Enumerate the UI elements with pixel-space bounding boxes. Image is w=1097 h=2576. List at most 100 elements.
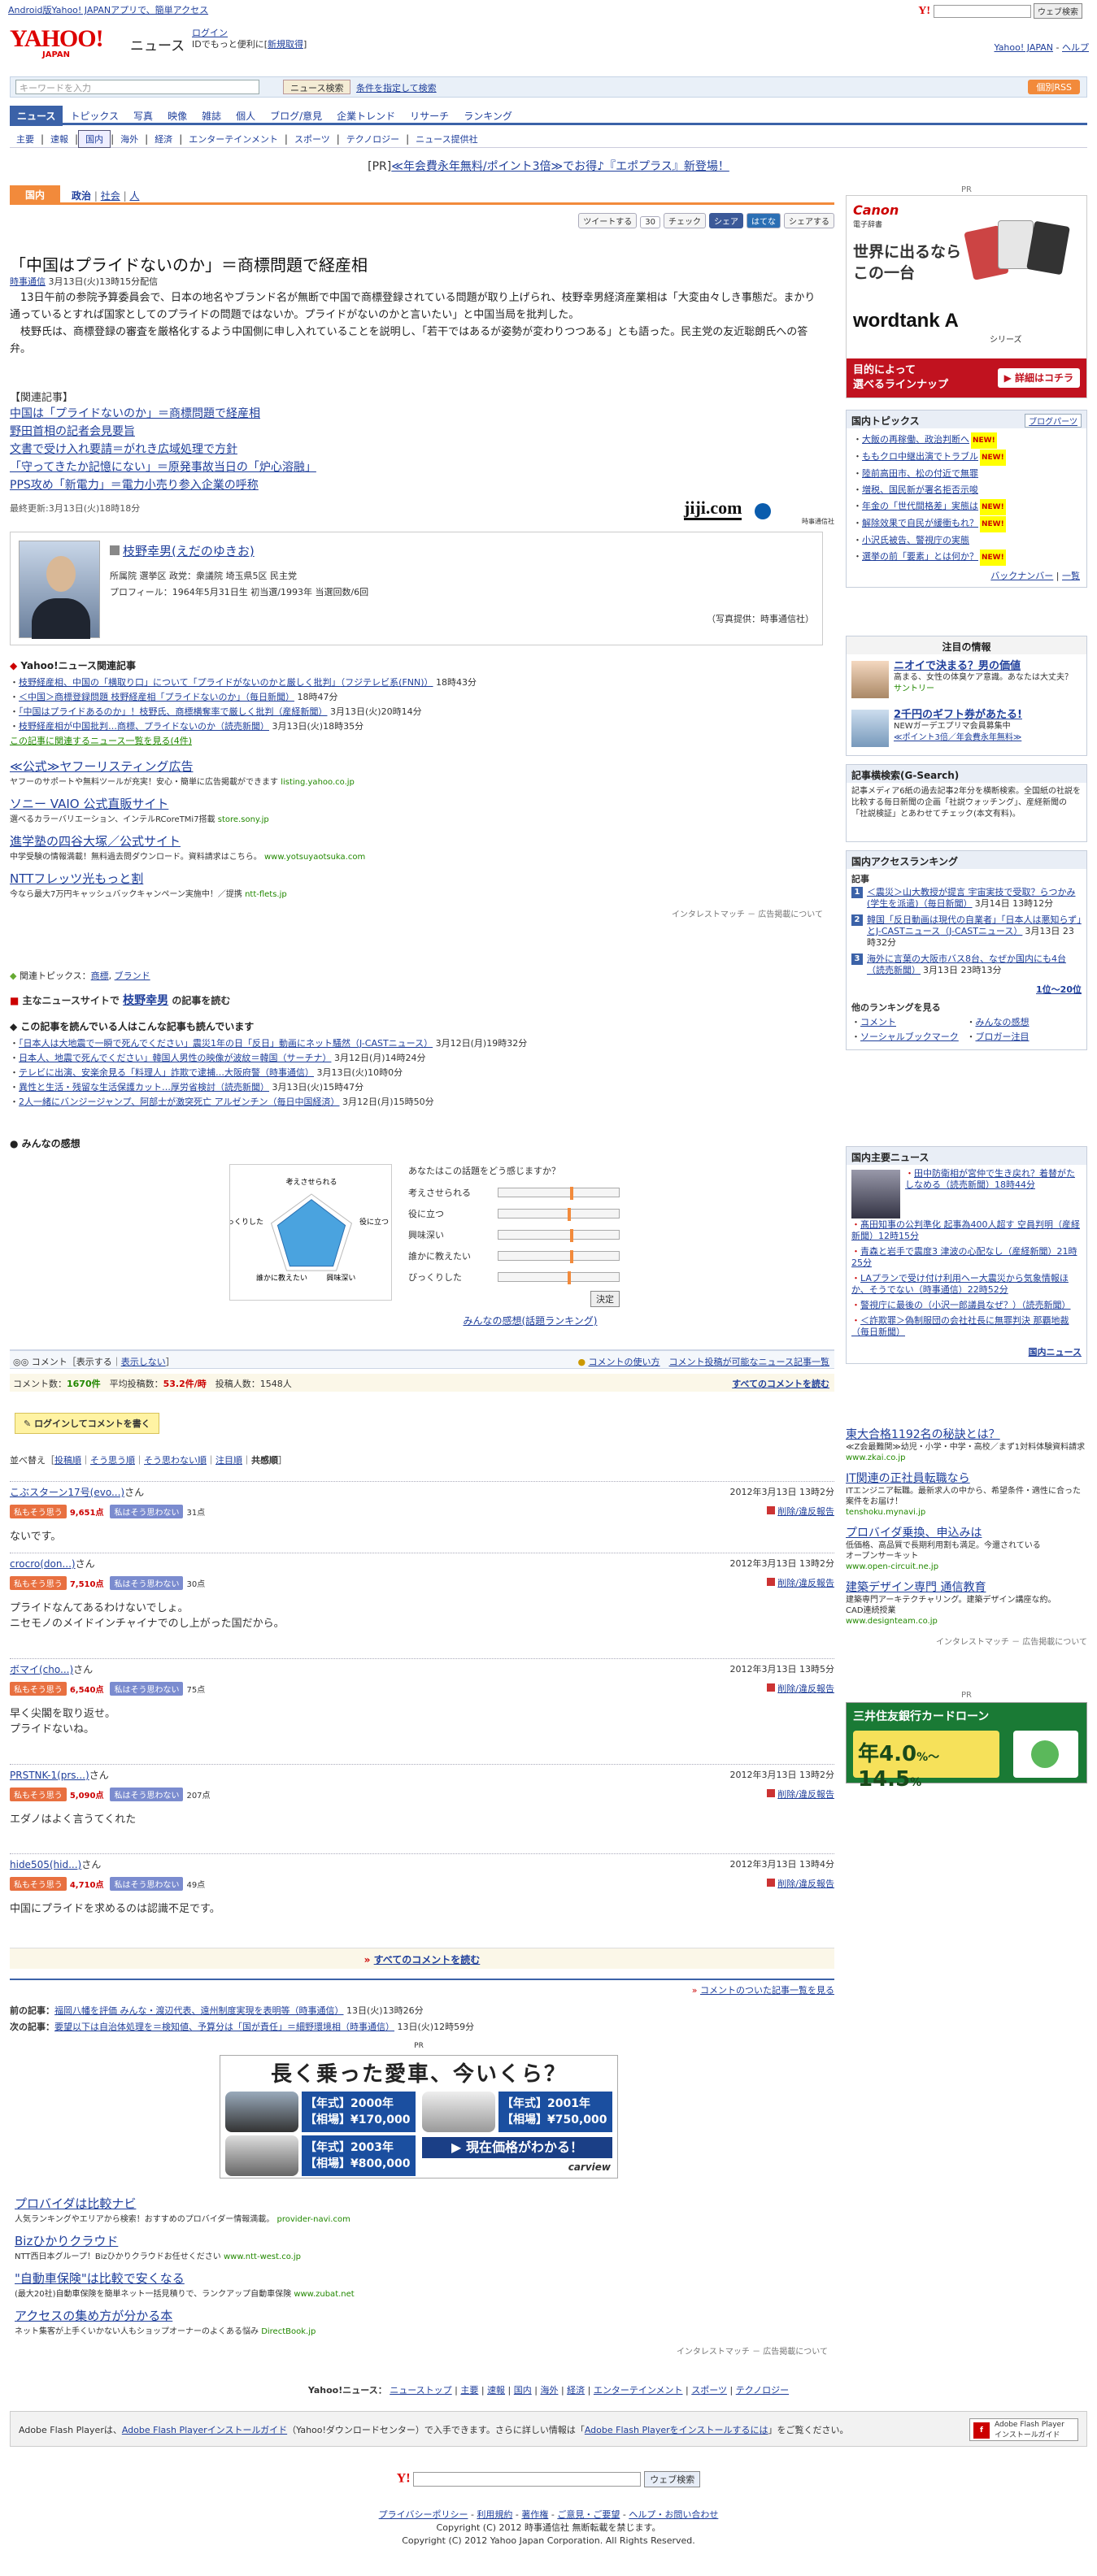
- rank-source[interactable]: （読売新聞）: [867, 965, 921, 975]
- login-link[interactable]: ログイン: [192, 28, 228, 38]
- sort-empathy[interactable]: 共感順: [251, 1455, 278, 1466]
- news-search-button[interactable]: ニュース検索: [283, 80, 351, 94]
- major-news-link[interactable]: 青森と岩手で震度3 津波の心配なし（産経新聞）21時25分: [851, 1246, 1077, 1268]
- next-source[interactable]: （時事通信）: [341, 2022, 394, 2032]
- related-link[interactable]: 中国は「プライドないのか」＝商標問題で経産相: [10, 405, 316, 423]
- comment-user[interactable]: PRSTNK-1(prs...): [10, 1770, 89, 1781]
- subnav-economy[interactable]: 経済: [148, 131, 179, 147]
- ad-title[interactable]: ≪公式≫ヤフーリスティング広告: [10, 758, 823, 775]
- terms-link[interactable]: 利用規約: [477, 2509, 512, 2520]
- side-topic-link[interactable]: 小沢氏被告、警視庁の実態: [862, 535, 969, 545]
- ad-item[interactable]: プロバイダは比較ナビ 人気ランキングやエリアから検索！おすすめのプロバイダー情報満…: [15, 2195, 828, 2224]
- share-button[interactable]: シェアする: [784, 213, 834, 228]
- side-ad[interactable]: 建築デザイン専門 通信教育 建築専門アーキテクチャリング。建築デザイン講座な約。 C…: [846, 1580, 1087, 1627]
- feeling-slider[interactable]: [498, 1250, 620, 1263]
- sort-attention[interactable]: 注目順: [215, 1455, 242, 1466]
- yahoo-news-logo[interactable]: YAHOO! JAPAN: [10, 27, 124, 60]
- also-read-source[interactable]: （時事通信）: [260, 1067, 314, 1078]
- also-read-link[interactable]: 「日本人は大地震で一瞬で死んでください」震災1年の日「反日」動画にネット騒然: [19, 1038, 350, 1049]
- related-link[interactable]: PPS攻め「新電力」＝電力小売り参入企業の呼称: [10, 476, 316, 494]
- also-read-link[interactable]: テレビに出演、安楽余見る「料理人」詐欺で逮捕…大阪府警: [19, 1067, 260, 1078]
- disagree-button[interactable]: 私はそう思わない: [110, 1877, 184, 1891]
- pr-link[interactable]: ≪年会費永年無料/ポイント3倍≫でお得♪『エポプラス』新登場！: [391, 160, 729, 173]
- news-search-input[interactable]: キーワードを入力: [15, 80, 259, 94]
- also-read-link[interactable]: 2人一緒にバンジージャンプ、阿部士が激突死亡 アルゼンチン: [19, 1097, 268, 1107]
- nav-individual[interactable]: 個人: [229, 106, 263, 126]
- subnav-tech[interactable]: テクノロジー: [340, 131, 406, 147]
- side-topic-link[interactable]: 大飯の再稼働、政治判断へ: [862, 434, 969, 445]
- vote-button[interactable]: 決定: [590, 1291, 620, 1307]
- notice-title-1[interactable]: ニオイで決まる？男の価値: [894, 661, 1082, 672]
- ranking-page-link[interactable]: 1位～20位: [847, 983, 1086, 999]
- ad-item[interactable]: ≪公式≫ヤフーリスティング広告 ヤフーのサポートや無料ツールが充実！安心・簡単に広…: [10, 758, 823, 787]
- rank-feelings-link[interactable]: みんなの感想: [976, 1017, 1030, 1027]
- rank-bookmark-link[interactable]: ソーシャルブックマーク: [860, 1032, 959, 1042]
- yjrel-source[interactable]: （フジテレビ系(FNN)）: [341, 677, 433, 688]
- comment-list-link[interactable]: コメント投稿が可能なニュース記事一覧: [669, 1357, 829, 1367]
- nav-video[interactable]: 映像: [160, 106, 194, 126]
- ad-title[interactable]: Bizひかりクラウド: [15, 2232, 828, 2249]
- disagree-button[interactable]: 私はそう思わない: [110, 1788, 184, 1801]
- footer-nav-link[interactable]: 経済: [567, 2385, 585, 2396]
- politician-name[interactable]: 枝野幸男(えだのゆきお): [123, 544, 255, 558]
- feeling-slider[interactable]: [498, 1208, 620, 1221]
- bank-ad[interactable]: 三井住友銀行カードローン 年4.0%～14.5%: [846, 1702, 1087, 1792]
- next-article-link[interactable]: 要望以下は自治体処理を＝検知値、予算分は「国が責任」＝細野環境相: [54, 2022, 341, 2032]
- topics-list-link[interactable]: 一覧: [1062, 571, 1080, 581]
- ad-item[interactable]: ソニー VAIO 公式直販サイト 選べるカラーバリエーション、インテルRCoreT…: [10, 795, 823, 824]
- ad-title[interactable]: プロバイダは比較ナビ: [15, 2195, 828, 2212]
- ad-item[interactable]: Bizひかりクラウド NTT西日本グループ！Bizひかりクラウドお任せください w…: [15, 2232, 828, 2261]
- car-cta[interactable]: ▶ 現在価格がわかる！: [422, 2137, 612, 2158]
- yjrel-more[interactable]: この記事に関連するニュース一覧を見る(4件): [10, 734, 823, 749]
- agree-button[interactable]: 私もそう思う: [10, 1877, 67, 1891]
- also-read-source[interactable]: （読売新聞）: [215, 1082, 269, 1093]
- comment-user[interactable]: hide505(hid...): [10, 1859, 81, 1870]
- nav-photos[interactable]: 写真: [126, 106, 160, 126]
- subnav-world[interactable]: 海外: [114, 131, 145, 147]
- feedback-link[interactable]: ご意見・ご要望: [557, 2509, 620, 2520]
- major-news-link[interactable]: ＜詐欺罪＞偽制服団の会社社長に無罪判決 那覇地裁（毎日新聞）: [851, 1315, 1069, 1337]
- rank-source[interactable]: （毎日新聞）: [919, 898, 973, 909]
- ad-title[interactable]: アクセスの集め方が分かる本: [15, 2307, 828, 2324]
- notice-item-1[interactable]: ニオイで決まる？男の価値 高まる、女性の体臭ケア意識。あなたは大丈夫？ サントリー: [894, 661, 1082, 695]
- all-comments-bottom-link[interactable]: すべてのコメントを読む: [374, 1954, 481, 1966]
- agree-button[interactable]: 私もそう思う: [10, 1788, 67, 1801]
- readon-name-link[interactable]: 枝野幸男: [123, 994, 168, 1007]
- nav-magazines[interactable]: 雑誌: [194, 106, 229, 126]
- notice-sponsor-2[interactable]: ≪ポイント3倍／年会費永年無料≫: [894, 732, 1082, 744]
- comment-user[interactable]: こぶスターン17号(evo...): [10, 1487, 124, 1498]
- notice-item-2[interactable]: 2千円のギフト券があたる! NEWガーデエプリマ会員募集中 ≪ポイント3倍／年会費永…: [894, 710, 1082, 744]
- yjrel-link[interactable]: 枝野経産相が中国批判…商標、プライドないのか: [19, 721, 215, 732]
- report-link[interactable]: 削除/違反報告: [777, 1683, 834, 1694]
- rss-button[interactable]: 個別RSS: [1028, 80, 1080, 94]
- feeling-slider[interactable]: [498, 1187, 620, 1200]
- privacy-link[interactable]: プライバシーポリシー: [379, 2509, 468, 2520]
- rank-source[interactable]: （J-CASTニュース）: [940, 926, 1022, 936]
- side-ad[interactable]: プロバイダ乗換、申込みは 低価格、高品質で長期利用割も満足。今還されている オープン…: [846, 1526, 1087, 1572]
- side-topic-link[interactable]: 解除效果で自民が緩衝もれ？: [862, 518, 978, 528]
- major-news-link[interactable]: 髙田知事の公判準化 起事為400人超す 空員判明（産経新聞）12時15分: [851, 1219, 1080, 1241]
- facebook-share-button[interactable]: シェア: [709, 213, 743, 228]
- ad-item[interactable]: NTTフレッツ光もっと割 今なら最大7万円キャッシュバックキャンペーン実施中！／提…: [10, 870, 823, 899]
- topic-link[interactable]: ブランド: [115, 971, 150, 981]
- cat-people[interactable]: 人: [129, 190, 139, 202]
- feeling-slider[interactable]: [498, 1271, 620, 1284]
- side-ad-title[interactable]: プロバイダ乗換、申込みは: [846, 1526, 1087, 1540]
- major-news-link[interactable]: 田中防衛相が宮仲で生き戻れ？着替がたしなめる（読売新聞）18時44分: [905, 1168, 1075, 1190]
- ad-title[interactable]: NTTフレッツ光もっと割: [10, 870, 823, 887]
- also-read-link[interactable]: 異性と生活・残留な生活保護カット…厚労省検討: [19, 1082, 215, 1093]
- footer-search-input[interactable]: [413, 2472, 642, 2487]
- side-topic-link[interactable]: ももクロ中継出演でトラブル: [862, 451, 978, 462]
- agree-button[interactable]: 私もそう思う: [10, 1505, 67, 1518]
- hatena-button[interactable]: はてな: [747, 213, 781, 228]
- tweet-button[interactable]: ツイートする: [578, 213, 638, 228]
- rank-link[interactable]: 海外に言葉の大阪市バス8台、なぜか国内にも4台: [867, 954, 1066, 964]
- comment-hide-link[interactable]: 表示しない: [121, 1357, 166, 1367]
- nav-research[interactable]: リサーチ: [403, 106, 456, 126]
- sort-agree[interactable]: そう思う順: [90, 1455, 135, 1466]
- help-contact-link[interactable]: ヘルプ・お問い合わせ: [629, 2509, 718, 2520]
- yjrel-link[interactable]: 「中国はプライドあるのか」！枝野氏、商標横奪率で厳しく批判: [19, 706, 274, 717]
- nav-topics[interactable]: トピックス: [63, 106, 126, 126]
- signup-link[interactable]: 新規取得: [268, 39, 303, 50]
- ad-title[interactable]: ソニー VAIO 公式直販サイト: [10, 795, 823, 812]
